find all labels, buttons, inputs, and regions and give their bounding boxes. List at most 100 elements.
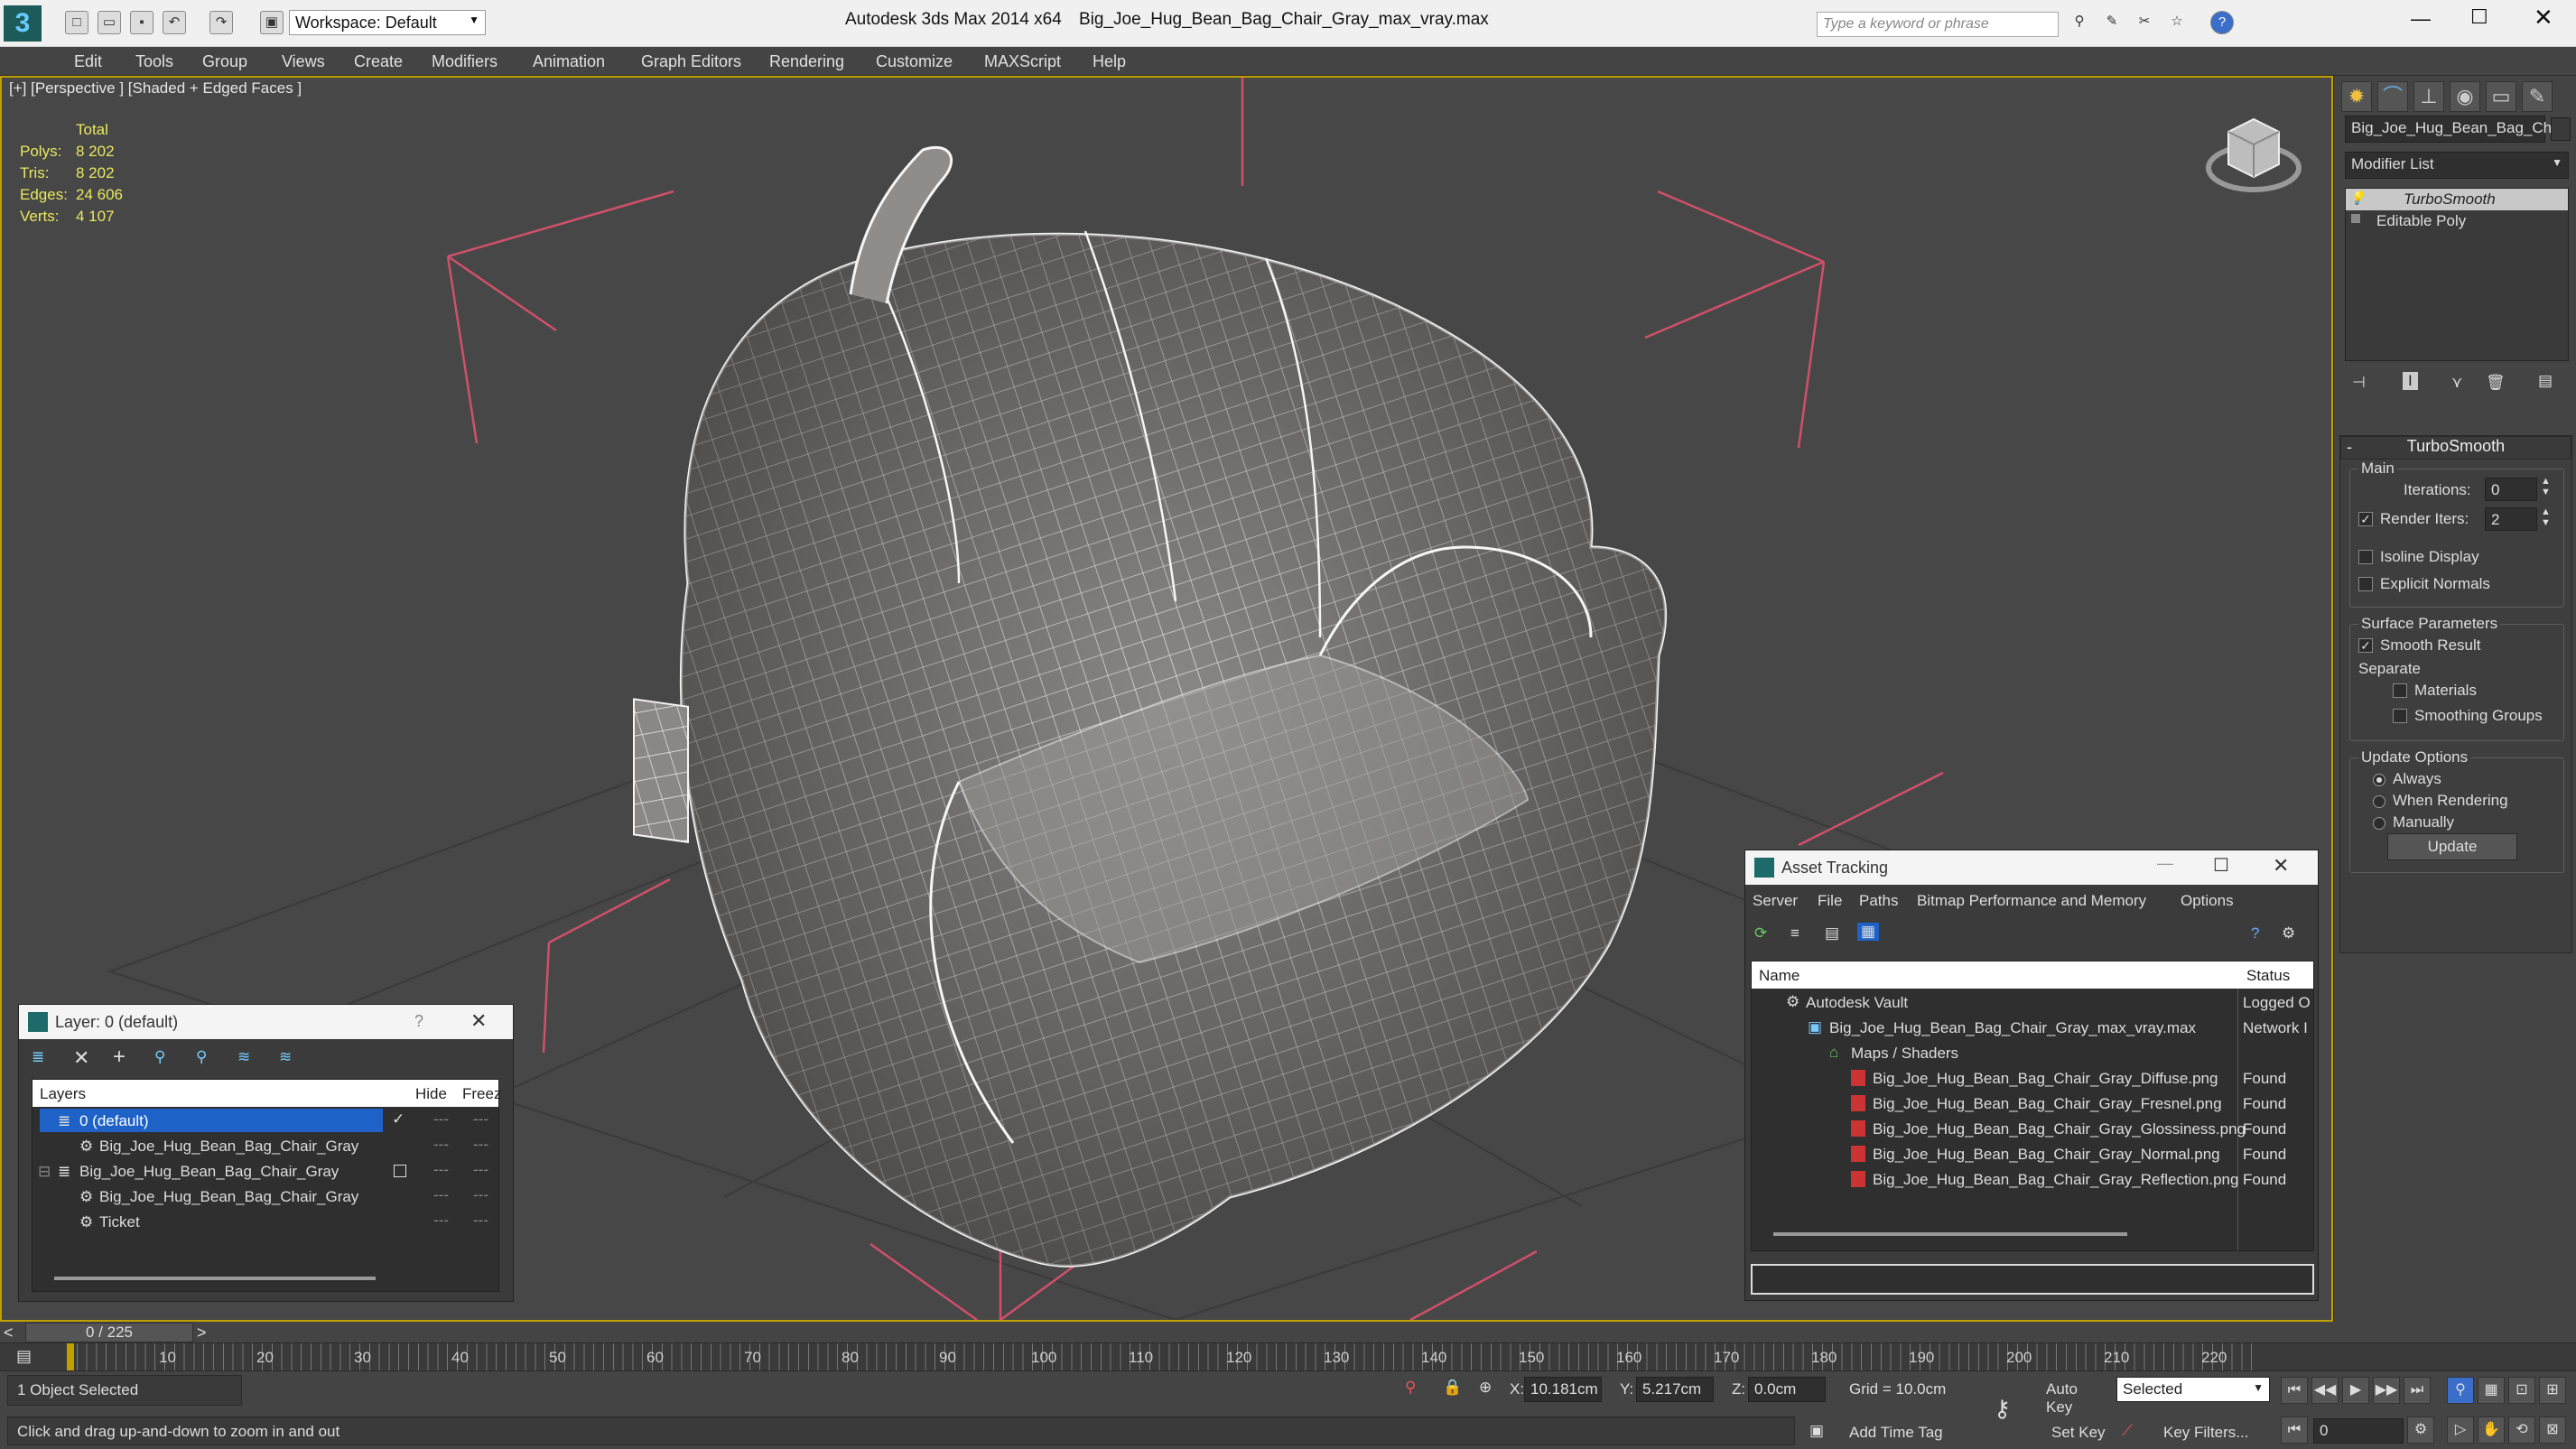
redo-icon[interactable]: ↷	[209, 11, 233, 34]
highlight-layer-icon[interactable]: ⚲	[196, 1048, 207, 1066]
layer-row[interactable]: ⊟ ≣ Big_Joe_Hug_Bean_Bag_Chair_Gray --- …	[33, 1159, 498, 1184]
pin-stack-icon[interactable]: ⊣	[2352, 374, 2366, 392]
when-rendering-radio[interactable]	[2373, 795, 2385, 808]
prev-frame-icon[interactable]: <	[4, 1324, 14, 1342]
menu-help[interactable]: Help	[1093, 52, 1126, 71]
next-frame-button-icon[interactable]: ▶▶	[2373, 1377, 2400, 1404]
zoom-all-icon[interactable]: ▦	[2478, 1377, 2505, 1404]
show-end-result-icon[interactable]: I	[2403, 372, 2418, 390]
layer-row[interactable]: ⚙ Ticket --- ---	[33, 1210, 498, 1235]
binoculars-icon[interactable]: ⚲	[2068, 11, 2091, 34]
time-slider-thumb[interactable]: 0 / 225	[25, 1323, 193, 1342]
smooth-result-checkbox[interactable]: ✓	[2358, 638, 2373, 653]
auto-key-button[interactable]: Auto Key	[2044, 1377, 2109, 1416]
previous-frame-icon[interactable]: ◀◀	[2311, 1377, 2339, 1404]
active-check-icon[interactable]: ✓	[392, 1110, 405, 1129]
horizontal-scrollbar[interactable]	[54, 1277, 376, 1280]
play-icon[interactable]: ▶	[2342, 1377, 2369, 1404]
modifier-stack[interactable]: 💡 TurboSmooth Editable Poly	[2345, 188, 2569, 361]
modifier-list-dropdown[interactable]: Modifier List ▼	[2345, 152, 2569, 179]
delete-layer-icon[interactable]: ✕	[73, 1046, 89, 1070]
materials-checkbox[interactable]	[2393, 683, 2407, 698]
smoothing-groups-checkbox[interactable]	[2393, 709, 2407, 723]
freeze-toggle[interactable]: ---	[473, 1136, 488, 1154]
create-tab-icon[interactable]: ✹	[2341, 81, 2372, 112]
minimize-button[interactable]: —	[2157, 854, 2173, 873]
close-button[interactable]: ✕	[2534, 4, 2553, 32]
pan-view-icon[interactable]: ✋	[2478, 1416, 2505, 1444]
collapse-icon[interactable]: ⊟	[38, 1163, 51, 1181]
exchange-icon[interactable]: ✂	[2133, 11, 2156, 34]
asset-menu-bitmap[interactable]: Bitmap Performance and Memory	[1917, 892, 2146, 910]
utilities-tab-icon[interactable]: ✎	[2522, 81, 2553, 112]
menu-graph-editors[interactable]: Graph Editors	[641, 52, 741, 71]
spinner-arrows-icon[interactable]: ▲ ▼	[2541, 506, 2551, 528]
create-layer-icon[interactable]: ≣	[32, 1048, 44, 1066]
go-to-end-icon[interactable]: ⏭	[2404, 1377, 2431, 1404]
x-coordinate-field[interactable]: 10.181cm	[1524, 1377, 1602, 1402]
key-mode-dropdown[interactable]: Selected ▼	[2116, 1377, 2270, 1402]
orbit-icon[interactable]: ⟲	[2508, 1416, 2535, 1444]
viewport-label[interactable]: [+] [Perspective ] [Shaded + Edged Faces…	[9, 79, 302, 98]
zoom-icon[interactable]: ⚲	[2447, 1377, 2474, 1404]
horizontal-scrollbar[interactable]	[1773, 1232, 2127, 1236]
layer-row[interactable]: ⚙ Big_Joe_Hug_Bean_Bag_Chair_Gray --- --…	[33, 1134, 498, 1159]
asset-dialog-titlebar[interactable]: Asset Tracking — ☐ ✕	[1745, 850, 2318, 885]
minimize-button[interactable]: —	[2411, 7, 2431, 31]
asset-menu-server[interactable]: Server	[1753, 892, 1798, 910]
asset-row[interactable]: ⌂ Maps / Shaders	[1752, 1041, 2311, 1066]
stack-item-turbosmooth[interactable]: 💡 TurboSmooth	[2346, 189, 2568, 210]
menu-create[interactable]: Create	[354, 52, 403, 71]
asset-menu-options[interactable]: Options	[2181, 892, 2234, 910]
asset-menu-paths[interactable]: Paths	[1859, 892, 1898, 910]
asset-row[interactable]: Big_Joe_Hug_Bean_Bag_Chair_Gray_Fresnel.…	[1752, 1091, 2311, 1117]
go-to-start-icon[interactable]: ⏮	[2281, 1377, 2308, 1404]
time-slider[interactable]: < 0 / 225 >	[0, 1322, 2576, 1343]
stack-item-editable-poly[interactable]: Editable Poly	[2346, 210, 2568, 232]
update-button[interactable]: Update	[2387, 833, 2517, 860]
make-unique-icon[interactable]: ⋎	[2451, 374, 2462, 392]
current-frame-field[interactable]: 0	[2313, 1418, 2404, 1444]
app-logo[interactable]: 3	[4, 5, 42, 42]
layer-row[interactable]: ⚙ Big_Joe_Hug_Bean_Bag_Chair_Gray --- --…	[33, 1184, 498, 1210]
help-icon[interactable]: ?	[2251, 924, 2259, 943]
hide-toggle[interactable]: ---	[433, 1110, 449, 1129]
render-iters-checkbox[interactable]: ✓	[2358, 512, 2373, 526]
layer-help-button[interactable]: ?	[414, 1012, 423, 1031]
col-status[interactable]: Status	[2246, 967, 2290, 985]
hide-toggle[interactable]: ---	[433, 1186, 449, 1204]
menu-group[interactable]: Group	[202, 52, 247, 71]
freeze-toggle[interactable]: ---	[473, 1186, 488, 1204]
hide-toggle[interactable]: ---	[433, 1161, 449, 1179]
hide-all-icon[interactable]: ≋	[237, 1048, 250, 1066]
isolate-selection-icon[interactable]: ⚲	[1405, 1379, 1416, 1397]
menu-customize[interactable]: Customize	[876, 52, 953, 71]
col-hide[interactable]: Hide	[415, 1085, 447, 1103]
add-time-tag-icon[interactable]: ▣	[1809, 1422, 1824, 1440]
selection-lock-icon[interactable]: 🔒	[1443, 1379, 1462, 1397]
key-mode-toggle-icon[interactable]: ⏮	[2281, 1416, 2308, 1444]
menu-rendering[interactable]: Rendering	[769, 52, 844, 71]
project-folder-icon[interactable]: ▣	[260, 11, 284, 34]
col-name[interactable]: Name	[1759, 967, 1799, 985]
y-coordinate-field[interactable]: 5.217cm	[1636, 1377, 1714, 1402]
freeze-toggle[interactable]: ---	[473, 1110, 488, 1129]
motion-tab-icon[interactable]: ◉	[2450, 81, 2480, 112]
close-icon[interactable]: ✕	[470, 1009, 487, 1033]
layer-dialog-titlebar[interactable]: Layer: 0 (default) ? ✕	[19, 1005, 513, 1039]
freeze-toggle[interactable]: ---	[473, 1161, 488, 1179]
asset-menu-file[interactable]: File	[1818, 892, 1842, 910]
asset-path-field[interactable]	[1751, 1264, 2314, 1295]
hide-toggle[interactable]: ---	[433, 1212, 449, 1230]
asset-row[interactable]: ▣ Big_Joe_Hug_Bean_Bag_Chair_Gray_max_vr…	[1752, 1016, 2311, 1041]
layer-row[interactable]: ≣ 0 (default) ✓ --- ---	[33, 1109, 498, 1134]
open-file-icon[interactable]: ▭	[98, 11, 121, 34]
menu-maxscript[interactable]: MAXScript	[984, 52, 1061, 71]
asset-row[interactable]: ⚙ Autodesk Vault Logged O	[1752, 990, 2311, 1016]
explicit-normals-checkbox[interactable]	[2358, 577, 2373, 591]
field-of-view-icon[interactable]: ▷	[2447, 1416, 2474, 1444]
menu-modifiers[interactable]: Modifiers	[432, 52, 498, 71]
next-frame-icon[interactable]: >	[197, 1324, 207, 1342]
isoline-display-checkbox[interactable]	[2358, 550, 2373, 564]
track-bar[interactable]: ▤ 10 20 30 40 50 60 70 80 90 100 110 120…	[0, 1343, 2576, 1370]
